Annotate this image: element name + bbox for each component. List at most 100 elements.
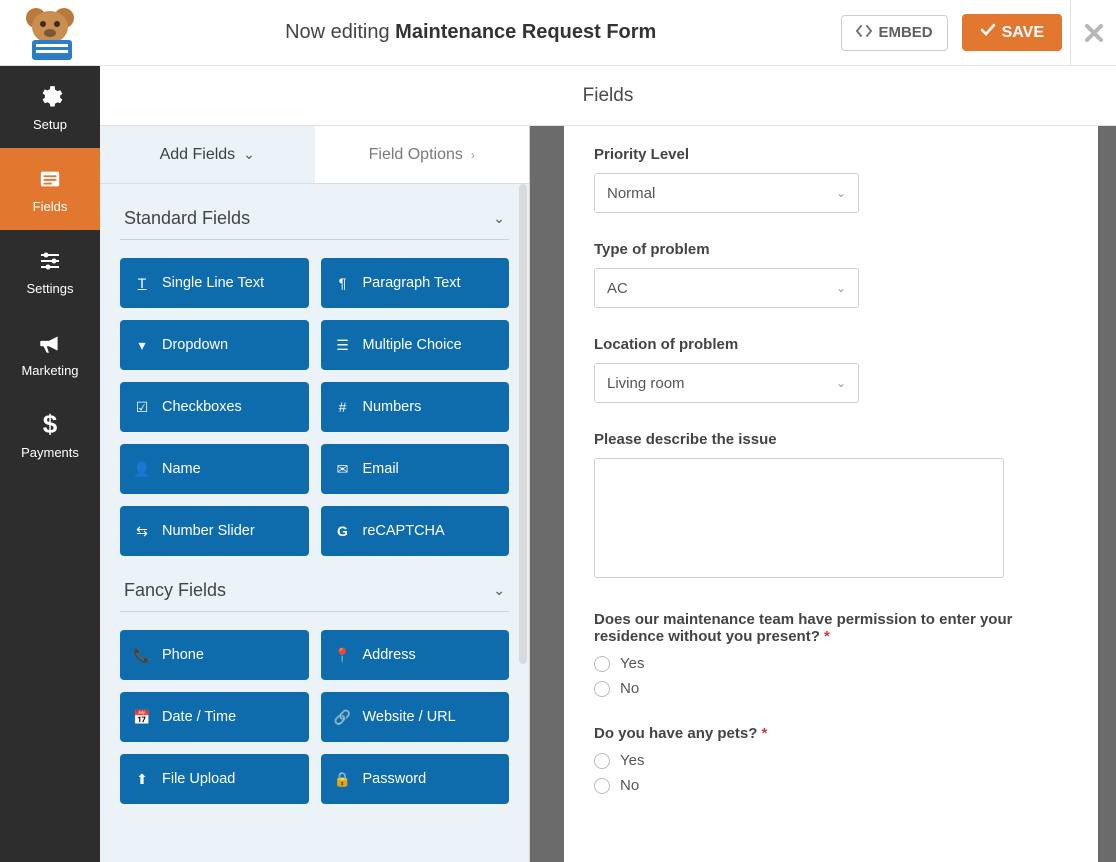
section-title: Standard Fields xyxy=(124,208,250,229)
field-label: Address xyxy=(363,647,416,663)
field-multiple-choice[interactable]: ☰ Multiple Choice xyxy=(321,320,510,370)
tab-label: Field Options xyxy=(369,146,463,164)
dollar-icon: $ xyxy=(36,411,64,439)
embed-icon xyxy=(856,24,872,42)
bullhorn-icon xyxy=(36,329,64,357)
preview-field-permission[interactable]: Does our maintenance team have permissio… xyxy=(594,611,1068,697)
logo[interactable] xyxy=(0,0,100,66)
field-dropdown[interactable]: ▾Dropdown xyxy=(120,320,309,370)
preview-panel[interactable]: Priority Level Normal ⌄ Type of problem … xyxy=(564,126,1098,862)
sidebar-item-marketing[interactable]: Marketing xyxy=(0,312,100,394)
form-name: Maintenance Request Form xyxy=(395,21,656,43)
field-label: Name xyxy=(162,461,201,477)
field-name[interactable]: 👤Name xyxy=(120,444,309,494)
field-address[interactable]: 📍 Address xyxy=(321,630,510,680)
sidebar: Setup Fields Settings Marketing $ Paymen… xyxy=(0,66,100,862)
describe-textarea[interactable] xyxy=(594,458,1004,578)
section-standard-fields[interactable]: Standard Fields ⌄ xyxy=(120,184,509,240)
permission-option-yes[interactable]: Yes xyxy=(594,655,1068,672)
pets-option-no[interactable]: No xyxy=(594,777,1068,794)
slider-icon: ⇆ xyxy=(134,523,150,540)
gear-icon xyxy=(36,83,64,111)
header-actions: EMBED SAVE xyxy=(841,14,1070,51)
chevron-down-icon: ⌄ xyxy=(836,281,846,295)
sidebar-label: Fields xyxy=(33,199,68,214)
sidebar-item-fields[interactable]: Fields xyxy=(0,148,100,230)
tab-label: Add Fields xyxy=(160,146,236,164)
pets-option-yes[interactable]: Yes xyxy=(594,752,1068,769)
field-date-time[interactable]: 📅 Date / Time xyxy=(120,692,309,742)
pin-icon: 📍 xyxy=(335,647,351,664)
tab-field-options[interactable]: Field Options › xyxy=(315,126,530,183)
editing-prefix: Now editing xyxy=(285,21,395,43)
required-star: * xyxy=(820,628,830,645)
field-single-line-text[interactable]: TSingle Line Text xyxy=(120,258,309,308)
check-icon xyxy=(980,23,996,42)
google-icon: G xyxy=(335,523,351,539)
field-label: Date / Time xyxy=(162,709,236,725)
field-label: File Upload xyxy=(162,771,235,787)
field-file-upload[interactable]: ⬆ File Upload xyxy=(120,754,309,804)
chevron-right-icon: › xyxy=(471,148,475,162)
builder-area: Fields Add Fields ⌄ Field Options › xyxy=(100,66,1116,862)
field-checkboxes[interactable]: ☑Checkboxes xyxy=(120,382,309,432)
field-password[interactable]: 🔒 Password xyxy=(321,754,510,804)
save-button[interactable]: SAVE xyxy=(962,14,1062,51)
upload-icon: ⬆ xyxy=(134,771,150,788)
list-icon: ☰ xyxy=(335,337,351,354)
sliders-icon xyxy=(36,247,64,275)
lock-icon: 🔒 xyxy=(335,771,351,788)
sidebar-item-payments[interactable]: $ Payments xyxy=(0,394,100,476)
calendar-icon: 📅 xyxy=(134,709,150,726)
field-label: Number Slider xyxy=(162,523,255,539)
radio-icon xyxy=(594,681,610,697)
chevron-down-icon: ⌄ xyxy=(836,376,846,390)
permission-option-no[interactable]: No xyxy=(594,680,1068,697)
location-label: Location of problem xyxy=(594,336,1068,353)
field-paragraph-text[interactable]: ¶Paragraph Text xyxy=(321,258,510,308)
sidebar-item-settings[interactable]: Settings xyxy=(0,230,100,312)
standard-fields-grid: TSingle Line Text ¶Paragraph Text ▾Dropd… xyxy=(120,258,509,556)
dropdown-icon: ▾ xyxy=(134,337,150,354)
sidebar-item-setup[interactable]: Setup xyxy=(0,66,100,148)
phone-icon: 📞 xyxy=(134,647,150,664)
section-fancy-fields[interactable]: Fancy Fields ⌄ xyxy=(120,556,509,612)
scrollbar[interactable] xyxy=(519,184,527,664)
radio-icon xyxy=(594,778,610,794)
tab-add-fields[interactable]: Add Fields ⌄ xyxy=(100,126,315,183)
preview-field-location[interactable]: Location of problem Living room ⌄ xyxy=(594,336,1068,403)
preview-field-describe[interactable]: Please describe the issue xyxy=(594,431,1068,583)
option-label: Yes xyxy=(620,752,644,769)
option-label: No xyxy=(620,680,639,697)
wpforms-logo-icon xyxy=(16,4,84,62)
location-select[interactable]: Living room ⌄ xyxy=(594,363,859,403)
close-button[interactable] xyxy=(1070,0,1116,66)
sidebar-label: Setup xyxy=(33,117,67,132)
permission-label-text: Does our maintenance team have permissio… xyxy=(594,611,1012,645)
field-label: Phone xyxy=(162,647,204,663)
type-of-problem-label: Type of problem xyxy=(594,241,1068,258)
field-email[interactable]: ✉Email xyxy=(321,444,510,494)
field-label: Password xyxy=(363,771,427,787)
field-label: Multiple Choice xyxy=(363,337,462,353)
form-icon xyxy=(36,165,64,193)
panel-scroll[interactable]: Standard Fields ⌄ TSingle Line Text ¶Par… xyxy=(100,184,529,862)
field-number-slider[interactable]: ⇆ Number Slider xyxy=(120,506,309,556)
preview-field-type-of-problem[interactable]: Type of problem AC ⌄ xyxy=(594,241,1068,308)
hash-icon: # xyxy=(335,399,351,415)
top-header: Now editing Maintenance Request Form EMB… xyxy=(0,0,1116,66)
preview-outer: Priority Level Normal ⌄ Type of problem … xyxy=(530,126,1116,862)
envelope-icon: ✉ xyxy=(335,461,351,478)
priority-select[interactable]: Normal ⌄ xyxy=(594,173,859,213)
embed-button[interactable]: EMBED xyxy=(841,15,947,51)
field-label: Paragraph Text xyxy=(363,275,461,291)
priority-label: Priority Level xyxy=(594,146,1068,163)
preview-field-priority[interactable]: Priority Level Normal ⌄ xyxy=(594,146,1068,213)
type-of-problem-select[interactable]: AC ⌄ xyxy=(594,268,859,308)
field-recaptcha[interactable]: GreCAPTCHA xyxy=(321,506,510,556)
preview-field-pets[interactable]: Do you have any pets? * Yes No xyxy=(594,725,1068,794)
pets-label: Do you have any pets? * xyxy=(594,725,1068,742)
field-website-url[interactable]: 🔗Website / URL xyxy=(321,692,510,742)
field-phone[interactable]: 📞 Phone xyxy=(120,630,309,680)
field-numbers[interactable]: #Numbers xyxy=(321,382,510,432)
